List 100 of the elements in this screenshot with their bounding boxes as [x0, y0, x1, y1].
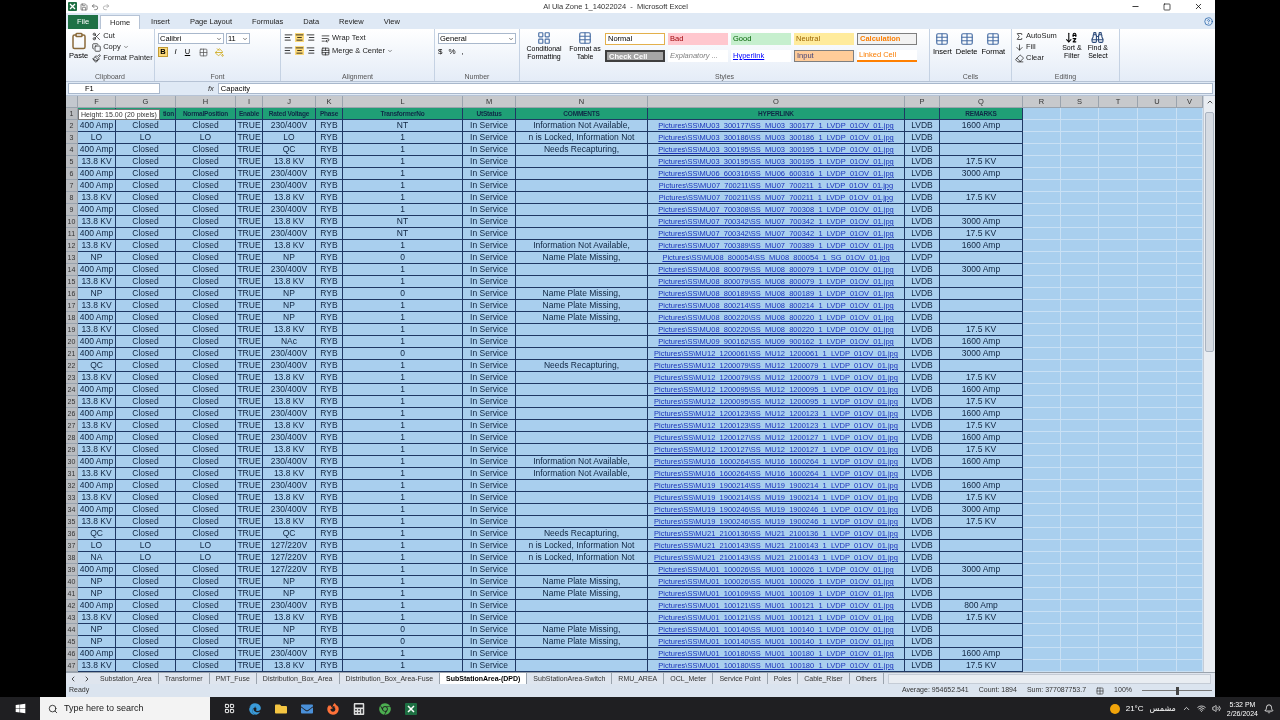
table-cell: TRUE — [236, 348, 263, 360]
table-cell: 400 Amp — [78, 348, 116, 360]
redo-icon — [102, 2, 110, 11]
table-cell: Closed — [116, 504, 176, 516]
table-cell: Closed — [176, 240, 236, 252]
table-cell: Closed — [176, 600, 236, 612]
table-cell: 400 Amp — [78, 228, 116, 240]
table-cell: 230/400V — [263, 264, 316, 276]
table-cell: NT — [343, 216, 463, 228]
table-cell: Closed — [116, 168, 176, 180]
table-cell: In Service — [463, 192, 516, 204]
table-cell: LVDB — [905, 120, 940, 132]
currency-button[interactable]: $ — [438, 47, 443, 57]
table-cell: Closed — [176, 396, 236, 408]
table-cell: 1 — [343, 324, 463, 336]
copy-icon — [92, 42, 102, 52]
temperature: 21°C — [1125, 702, 1144, 715]
table-cell: 1600 Amp — [940, 120, 1023, 132]
table-cell: 1600 Amp — [940, 456, 1023, 468]
table-cell: 1 — [343, 168, 463, 180]
table-cell: 1 — [343, 264, 463, 276]
percent-button[interactable]: % — [448, 47, 456, 57]
table-cell: Closed — [116, 636, 176, 648]
table-cell: Closed — [176, 312, 236, 324]
table-cell: RYB — [316, 384, 343, 396]
table-cell: Closed — [176, 576, 236, 588]
table-cell: TRUE — [236, 516, 263, 528]
table-cell: NP — [263, 288, 316, 300]
table-cell: 230/400V — [263, 348, 316, 360]
select-all-corner[interactable] — [66, 96, 78, 108]
zoom-slider[interactable] — [1142, 686, 1212, 695]
table-cell: In Service — [463, 120, 516, 132]
table-cell: 13.8 KV — [263, 396, 316, 408]
table-cell: LVDB — [905, 636, 940, 648]
table-cell: RYB — [316, 360, 343, 372]
table-cell: 13.8 KV — [78, 276, 116, 288]
table-cell: LVDB — [905, 492, 940, 504]
table-cell: 400 Amp — [78, 504, 116, 516]
table-cell: 13.8 KV — [78, 396, 116, 408]
table-cell: LVDB — [905, 408, 940, 420]
table-cell: LVDB — [905, 204, 940, 216]
maximize-icon — [1163, 2, 1171, 11]
table-cell: RYB — [316, 648, 343, 660]
table-cell: RYB — [316, 432, 343, 444]
browser-icon — [249, 702, 261, 715]
table-cell: 3000 Amp — [940, 504, 1023, 516]
horizontal-scrollbar[interactable] — [887, 673, 1211, 684]
table-cell: QC — [78, 528, 116, 540]
table-cell: RYB — [316, 552, 343, 564]
table-cell: 13.8 KV — [78, 300, 116, 312]
table-cell: Closed — [176, 180, 236, 192]
table-cell: Closed — [116, 216, 176, 228]
table-cell: TRUE — [236, 216, 263, 228]
table-cell: LO — [78, 132, 116, 144]
table-cell: RYB — [316, 540, 343, 552]
table-cell: 13.8 KV — [263, 192, 316, 204]
table-cell: LVDB — [905, 552, 940, 564]
table-cell: LVDB — [905, 396, 940, 408]
table-cell: In Service — [463, 432, 516, 444]
table-cell: TRUE — [236, 576, 263, 588]
table-cell: Closed — [116, 612, 176, 624]
table-cell: In Service — [463, 324, 516, 336]
comma-button[interactable]: , — [461, 47, 464, 57]
table-cell: RYB — [316, 144, 343, 156]
table-cell: RYB — [316, 576, 343, 588]
table-cell: 1600 Amp — [940, 408, 1023, 420]
taskbar-search-field[interactable]: Type here to search — [40, 697, 210, 720]
table-cell: In Service — [463, 372, 516, 384]
table-cell: LVDB — [905, 384, 940, 396]
table-cell: Closed — [176, 468, 236, 480]
browser-icon — [379, 702, 391, 715]
table-cell: LVDB — [905, 360, 940, 372]
table-cell: In Service — [463, 276, 516, 288]
table-cell: TRUE — [236, 480, 263, 492]
undo-icon — [91, 2, 99, 11]
table-cell: 1 — [343, 396, 463, 408]
table-cell: Closed — [116, 444, 176, 456]
table-cell: 1 — [343, 300, 463, 312]
table-cell: 17.5 KV — [940, 516, 1023, 528]
table-cell: LVDB — [905, 312, 940, 324]
table-cell: NP — [78, 588, 116, 600]
table-cell: TRUE — [236, 432, 263, 444]
table-cell: NP — [78, 636, 116, 648]
table-cell: RYB — [316, 396, 343, 408]
table-cell: RYB — [316, 372, 343, 384]
table-cell: TRUE — [236, 252, 263, 264]
table-cell: In Service — [463, 408, 516, 420]
table-cell: 400 Amp — [78, 312, 116, 324]
table-cell: 13.8 KV — [78, 216, 116, 228]
table-cell: In Service — [463, 288, 516, 300]
table-cell: In Service — [463, 588, 516, 600]
table-cell: 13.8 KV — [78, 492, 116, 504]
binoculars-icon — [1091, 31, 1105, 44]
table-cell: RYB — [316, 408, 343, 420]
table-cell: Closed — [116, 492, 176, 504]
spreadsheet-app-icon — [405, 702, 417, 715]
vertical-scrollbar[interactable] — [1203, 96, 1215, 672]
table-cell: Closed — [176, 564, 236, 576]
table-cell: 1600 Amp — [940, 480, 1023, 492]
table-cell: TRUE — [236, 600, 263, 612]
